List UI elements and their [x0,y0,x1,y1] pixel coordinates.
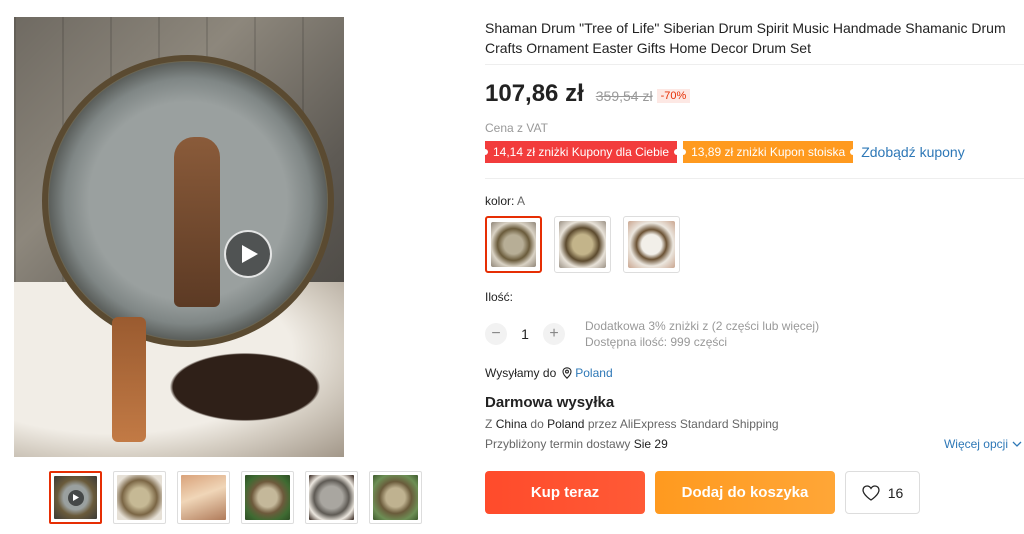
thumbnail-image [117,475,162,520]
original-price: 359,54 zł [595,88,653,104]
swatch-image [628,221,675,268]
product-main-image[interactable] [14,17,344,457]
purchase-actions: Kup teraz Dodaj do koszyka 16 [485,471,920,514]
thumbnail-5[interactable] [305,471,358,524]
free-shipping-label: Darmowa wysyłka [485,394,615,411]
ship-to-country-selector[interactable]: Poland [562,366,613,380]
thumbnail-image [245,475,290,520]
drum-beater [112,317,146,442]
shipping-to-prefix: do [530,417,544,431]
shipping-method: AliExpress Standard Shipping [619,417,779,431]
color-label-text: kolor: [485,194,515,208]
quantity-note: Dodatkowa 3% zniżki z (2 części lub więc… [585,318,819,350]
vat-note: Cena z VAT [485,121,548,135]
quantity-increase-button[interactable]: + [543,323,565,345]
buy-now-button[interactable]: Kup teraz [485,471,645,514]
location-pin-icon [562,367,572,379]
video-play-button[interactable] [224,230,272,278]
price-row: 107,86 zł 359,54 zł -70% [485,80,691,108]
tree-of-life-figure [174,137,220,307]
more-options-label: Więcej opcji [943,437,1008,451]
color-swatch-a[interactable] [485,216,542,273]
quantity-decrease-button[interactable]: − [485,323,507,345]
shipping-to: Poland [547,417,585,431]
swatch-image [559,221,606,268]
color-selected-value: A [517,194,526,208]
shipping-via-prefix: przez [587,417,618,431]
quantity-row: − 1 + Dodatkowa 3% zniżki z (2 części lu… [485,318,819,350]
add-to-cart-button[interactable]: Dodaj do koszyka [655,471,835,514]
color-swatches [485,216,680,273]
color-swatch-b[interactable] [554,216,611,273]
thumbnail-4[interactable] [241,471,294,524]
coupon-store[interactable]: 13,89 zł zniżki Kupon stoiska [680,141,857,163]
coupon-row: 14,14 zł zniżki Kupony dla Ciebie 13,89 … [481,141,965,163]
swatch-image [491,222,536,267]
thumbnail-2[interactable] [113,471,166,524]
product-title: Shaman Drum "Tree of Life" Siberian Drum… [485,20,1006,56]
color-swatch-c[interactable] [623,216,680,273]
chevron-down-icon [1012,441,1022,447]
delivery-label: Przybliżony termin dostawy [485,437,631,451]
get-coupons-link[interactable]: Zdobądź kupony [861,144,965,160]
divider [485,64,1024,65]
coupon-personal[interactable]: 14,14 zł zniżki Kupony dla Ciebie [481,141,681,163]
play-icon [241,245,258,263]
thumbnail-video[interactable] [49,471,102,524]
thumbnail-3[interactable] [177,471,230,524]
bulk-discount-note: Dodatkowa 3% zniżki z (2 części lub więc… [585,319,820,333]
wishlist-count: 16 [887,484,904,501]
divider [485,178,1024,179]
current-price: 107,86 zł [485,80,584,107]
more-shipping-options-link[interactable]: Więcej opcji [944,437,1022,451]
shipping-route: Z China do Poland przez AliExpress Stand… [485,417,779,431]
ship-to-label: Wysyłamy do [485,366,557,380]
ship-to-row: Wysyłamy do Poland [485,366,613,380]
play-icon [67,489,84,506]
heart-icon [862,484,880,501]
gallery-thumbnails [49,471,422,524]
discount-badge: -70% [656,89,691,103]
stock-note: Dostępna ilość: 999 części [585,335,728,349]
quantity-value[interactable]: 1 [507,326,543,342]
wishlist-button[interactable]: 16 [845,471,920,514]
quantity-label: Ilość: [485,290,514,304]
delivery-date: Sie 29 [633,437,668,451]
thumbnail-6[interactable] [369,471,422,524]
ship-to-country: Poland [575,366,613,380]
color-label: kolor: A [485,194,525,208]
delivery-estimate: Przybliżony termin dostawy Sie 29 [485,437,668,451]
thumbnail-image [181,475,226,520]
shipping-from-prefix: Z [485,417,493,431]
thumbnail-image [373,475,418,520]
thumbnail-image [309,475,354,520]
shipping-from: China [495,417,528,431]
